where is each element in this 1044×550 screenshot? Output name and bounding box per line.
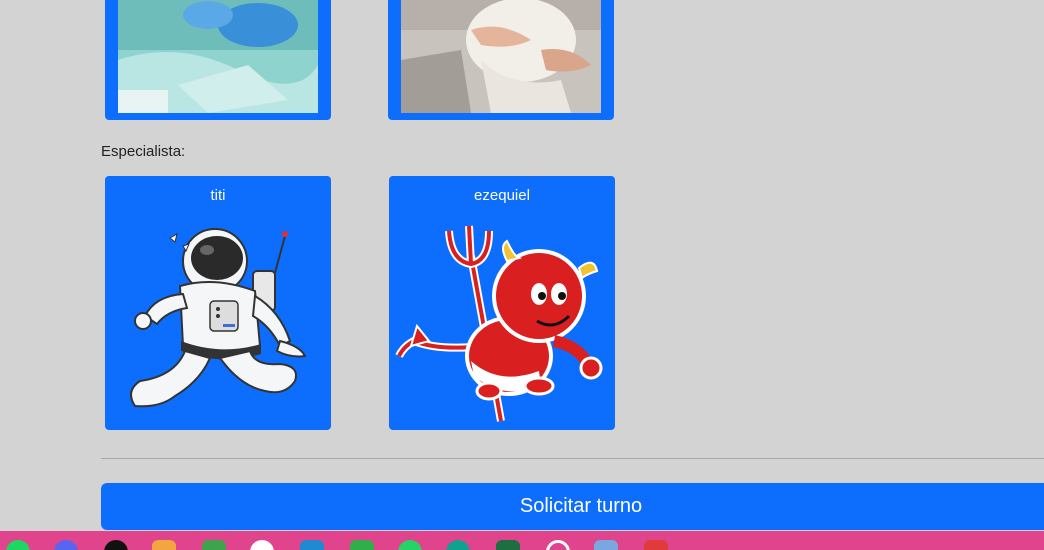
specialty-card-dental[interactable]	[105, 0, 331, 120]
specialist-card-ezequiel[interactable]: ezequiel	[389, 176, 615, 430]
dental-photo	[118, 0, 318, 113]
settings-icon[interactable]	[546, 540, 570, 550]
whatsapp-icon[interactable]	[398, 540, 422, 550]
specialist-card-titi[interactable]: titi	[105, 176, 331, 430]
solicitar-turno-button[interactable]: Solicitar turno	[101, 483, 1044, 530]
taskbar	[0, 531, 1044, 550]
minecraft-icon[interactable]	[202, 540, 226, 550]
app-green-icon[interactable]	[350, 540, 374, 550]
spotify-icon[interactable]	[6, 540, 30, 550]
app-window-icon[interactable]	[594, 540, 618, 550]
specialist-label: Especialista:	[101, 143, 186, 160]
specialty-card-knee[interactable]	[388, 0, 614, 120]
edge-icon[interactable]	[446, 540, 470, 550]
slack-icon[interactable]	[250, 540, 274, 550]
app-red-icon[interactable]	[644, 540, 668, 550]
knee-bandage-photo	[401, 0, 601, 113]
red-devil-icon	[395, 225, 603, 422]
specialist-name: titi	[210, 187, 226, 204]
astronaut-icon	[130, 228, 307, 408]
discord-icon[interactable]	[54, 540, 78, 550]
specialist-name: ezequiel	[474, 187, 530, 204]
app-orange-icon[interactable]	[152, 540, 176, 550]
vscode-icon[interactable]	[300, 540, 324, 550]
excel-icon[interactable]	[496, 540, 520, 550]
divider	[101, 458, 1044, 459]
github-icon[interactable]	[104, 540, 128, 550]
